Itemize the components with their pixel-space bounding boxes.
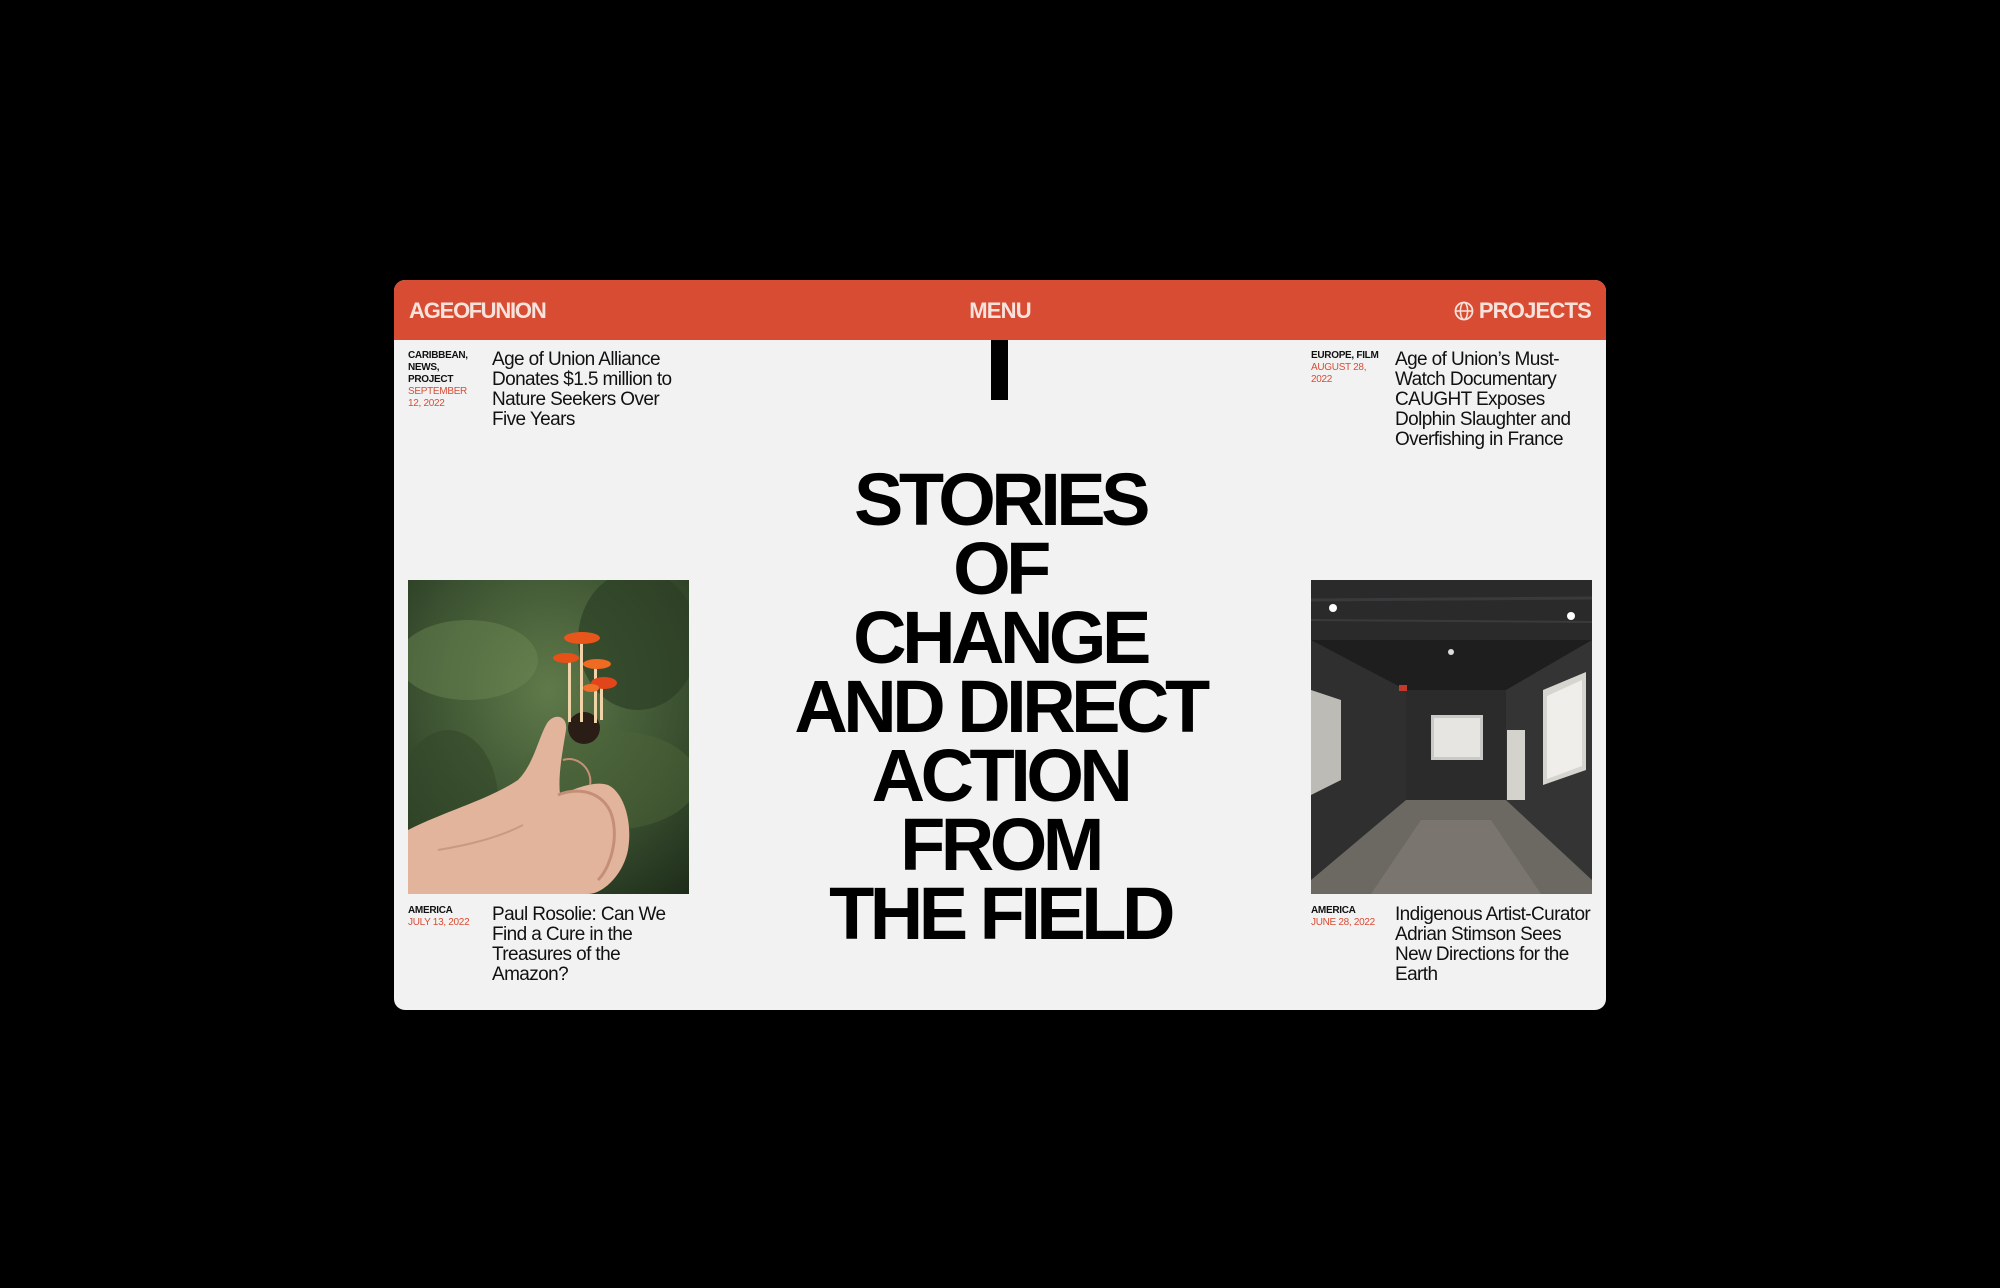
article-tags[interactable]: AMERICA [1311, 905, 1383, 917]
article-tags[interactable]: CARIBBEAN, NEWS, PROJECT [408, 350, 480, 386]
logo-text-union: UNION [480, 298, 547, 323]
gallery-photo [1311, 580, 1592, 894]
article-meta: EUROPE, FILM AUGUST 28, 2022 [1311, 350, 1383, 386]
article-meta: AMERICA JULY 13, 2022 [408, 905, 480, 929]
hero-heading: STORIES OF CHANGE AND DIRECT ACTION FROM… [794, 458, 1210, 955]
article-date: SEPTEMBER 12, 2022 [408, 386, 467, 409]
article-card-paul-rosolie[interactable]: AMERICA JULY 13, 2022 Paul Rosolie: Can … [408, 905, 708, 1005]
article-image-mushroom-hand[interactable] [408, 580, 689, 894]
article-title[interactable]: Age of Union’s Must-Watch Documentary CA… [1395, 350, 1600, 450]
article-date: JUNE 28, 2022 [1311, 917, 1375, 928]
article-meta: CARIBBEAN, NEWS, PROJECT SEPTEMBER 12, 2… [408, 350, 480, 410]
article-title[interactable]: Age of Union Alliance Donates $1.5 milli… [492, 350, 697, 430]
globe-icon [1454, 301, 1474, 321]
menu-button[interactable]: MENU [940, 298, 1060, 324]
scroll-indicator[interactable] [991, 340, 1008, 400]
article-date: AUGUST 28, 2022 [1311, 362, 1367, 385]
browser-window: AGEOFUNION MENU PROJECTS CARIBBEAN, NEWS… [394, 280, 1606, 1010]
article-card-adrian-stimson[interactable]: AMERICA JUNE 28, 2022 Indigenous Artist-… [1311, 905, 1606, 1010]
article-card-nature-seekers[interactable]: CARIBBEAN, NEWS, PROJECT SEPTEMBER 12, 2… [408, 350, 708, 450]
site-logo[interactable]: AGEOFUNION [409, 298, 547, 324]
projects-label: PROJECTS [1478, 298, 1592, 323]
article-meta: AMERICA JUNE 28, 2022 [1311, 905, 1383, 929]
logo-text-age: AGE [409, 298, 454, 323]
article-tags[interactable]: EUROPE, FILM [1311, 350, 1383, 362]
article-title[interactable]: Paul Rosolie: Can We Find a Cure in the … [492, 905, 697, 985]
mushroom-hand-photo [408, 580, 689, 894]
projects-button[interactable]: PROJECTS [1454, 298, 1592, 324]
logo-text-of: OF [453, 298, 482, 323]
article-title[interactable]: Indigenous Artist-Curator Adrian Stimson… [1395, 905, 1600, 985]
top-navigation-bar: AGEOFUNION MENU PROJECTS [394, 280, 1606, 340]
article-image-gallery[interactable] [1311, 580, 1592, 894]
article-tags[interactable]: AMERICA [408, 905, 480, 917]
article-date: JULY 13, 2022 [408, 917, 470, 928]
article-card-caught-documentary[interactable]: EUROPE, FILM AUGUST 28, 2022 Age of Unio… [1311, 350, 1606, 460]
